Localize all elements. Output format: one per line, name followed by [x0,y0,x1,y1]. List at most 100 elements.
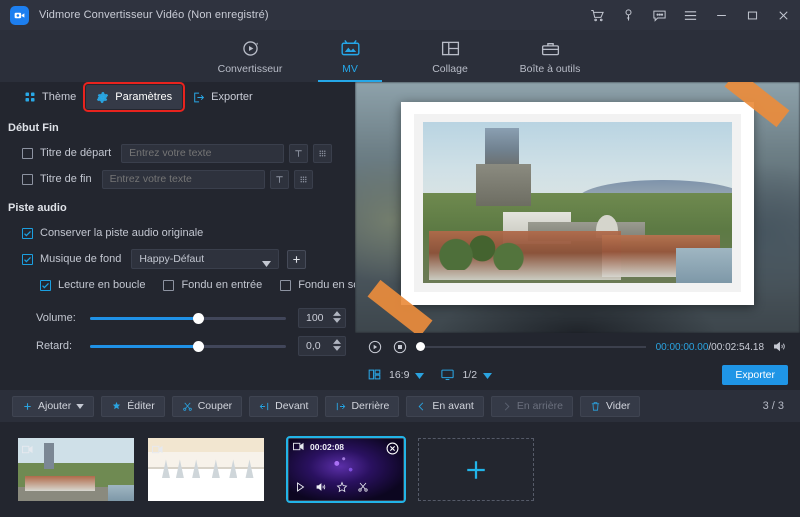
row-volume: Volume: 100 [0,304,355,332]
volume-icon[interactable] [772,339,788,355]
collage-icon [440,38,461,60]
start-title-input[interactable] [121,144,284,163]
delay-stepper-arrows[interactable] [333,339,341,351]
row-start-title: Titre de départ [0,140,355,166]
loop-playback-label: Lecture en boucle [58,279,145,291]
insert-after-icon [335,401,346,412]
settings-panel: Début Fin Titre de départ Titre de fin [0,112,355,390]
delay-slider[interactable] [90,345,286,348]
nav-item-mv[interactable]: MV [300,30,400,82]
aspect-ratio-chevron-down-icon[interactable] [415,366,424,384]
add-clip-tile[interactable] [418,438,534,501]
thumbnail-effects-icon[interactable] [336,481,348,496]
background-music-label: Musique de fond [40,253,121,265]
row-keep-original-audio: Conserver la piste audio originale [0,220,355,246]
nav-item-boite-a-outils[interactable]: Boîte à outils [500,30,600,82]
edit-button-label: Éditer [127,400,154,412]
thumbnail-clip-1[interactable] [18,438,134,501]
close-icon[interactable] [775,7,792,24]
move-backward-button[interactable]: En arrière [491,396,573,417]
nav-label-boite-a-outils: Boîte à outils [520,63,581,75]
start-title-text-style-button[interactable] [289,144,308,163]
thumbnail-clip-3[interactable]: 00:02:08 [288,438,404,501]
fade-in-checkbox[interactable] [163,280,174,291]
mv-icon [340,38,361,60]
aspect-ratio-icon[interactable] [367,367,383,383]
insert-before-button[interactable]: Devant [249,396,318,417]
fade-out-checkbox[interactable] [280,280,291,291]
music-select[interactable]: Happy-Défaut [131,249,279,269]
nav-item-convertisseur[interactable]: Convertisseur [200,30,300,82]
edit-button[interactable]: Éditer [101,396,164,417]
key-icon[interactable] [620,7,637,24]
converter-icon [240,38,261,60]
add-button[interactable]: Ajouter [12,396,94,417]
video-clip-icon [293,442,304,454]
minimize-icon[interactable] [713,7,730,24]
insert-before-button-label: Devant [275,400,308,412]
add-button-label: Ajouter [38,400,71,412]
end-title-layout-button[interactable] [294,170,313,189]
edit-icon [111,401,122,412]
volume-slider-handle[interactable] [193,313,204,324]
screen-ratio-icon[interactable] [440,367,456,383]
add-music-button[interactable] [287,250,306,269]
gear-icon [96,91,109,104]
music-select-value: Happy-Défaut [139,253,204,265]
thumbnail-clip-2[interactable] [148,438,264,501]
volume-stepper-arrows[interactable] [333,311,341,323]
volume-slider[interactable] [90,317,286,320]
delay-slider-handle[interactable] [193,341,204,352]
move-forward-icon [416,401,427,412]
fade-in-label: Fondu en entrée [181,279,262,291]
thumbnail-audio-icon[interactable] [315,481,327,496]
tab-parametres[interactable]: Paramètres [86,85,182,109]
feedback-icon[interactable] [651,7,668,24]
move-forward-button[interactable]: En avant [406,396,483,417]
total-time: 00:02:54.18 [711,342,764,353]
add-chevron-down-icon[interactable] [76,400,84,412]
main-navigation: Convertisseur MV Collage Boîte à outils [0,30,800,82]
start-title-layout-button[interactable] [313,144,332,163]
insert-after-button[interactable]: Derrière [325,396,399,417]
tab-exporter[interactable]: Exporter [182,85,263,109]
maximize-icon[interactable] [744,7,761,24]
cut-button[interactable]: Couper [172,396,242,417]
nav-label-collage: Collage [432,63,468,75]
end-title-input[interactable] [102,170,265,189]
volume-label: Volume: [36,312,86,324]
playback-progress-slider[interactable] [416,346,646,348]
photo-frame [401,102,754,305]
playback-progress-handle[interactable] [416,342,425,351]
video-clip-icon [22,441,33,459]
video-clip-icon [152,441,163,459]
thumbnail-trim-icon[interactable] [357,481,369,496]
nav-item-collage[interactable]: Collage [400,30,500,82]
tab-theme[interactable]: Thème [14,85,86,109]
thumbnail-play-icon[interactable] [294,481,306,496]
keep-original-audio-checkbox[interactable] [22,228,33,239]
delay-stepper[interactable]: 0,0 [298,336,346,356]
plus-icon [22,401,33,412]
thumbnail-tools [294,481,369,496]
menu-icon[interactable] [682,7,699,24]
export-button[interactable]: Exporter [722,365,788,385]
chevron-down-icon [262,258,271,270]
video-preview[interactable] [355,82,800,333]
end-title-checkbox[interactable] [22,174,33,185]
loop-playback-checkbox[interactable] [40,280,51,291]
remove-clip-icon[interactable] [386,442,399,455]
start-title-checkbox[interactable] [22,148,33,159]
clip-timeline: 00:02:08 [0,422,800,517]
volume-stepper[interactable]: 100 [298,308,346,328]
sub-tab-bar: Thème Paramètres Exporter [0,82,355,112]
end-title-text-style-button[interactable] [270,170,289,189]
cart-icon[interactable] [589,7,606,24]
background-music-checkbox[interactable] [22,254,33,265]
play-button[interactable] [367,339,383,355]
stop-button[interactable] [392,339,408,355]
clear-button[interactable]: Vider [580,396,640,417]
keep-original-audio-label: Conserver la piste audio originale [40,227,203,239]
screen-ratio-chevron-down-icon[interactable] [483,366,492,384]
row-audio-options: Lecture en boucle Fondu en entrée Fondu … [0,272,355,298]
